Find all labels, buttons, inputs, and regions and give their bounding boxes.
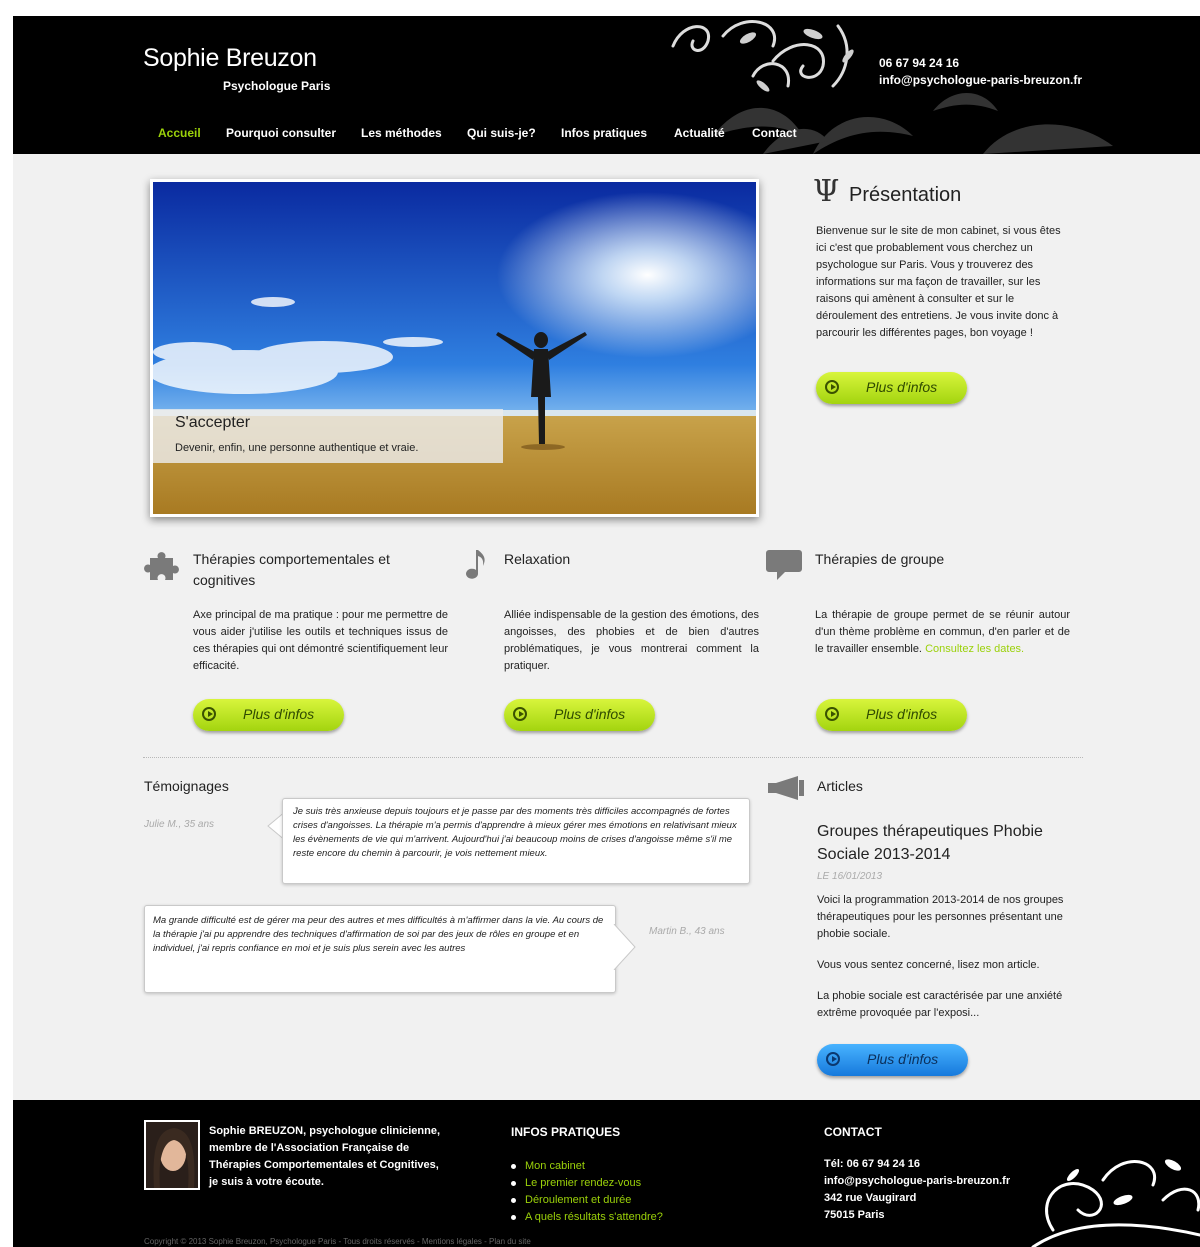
nav-item-actualite[interactable]: Actualité — [674, 126, 725, 140]
header-email[interactable]: info@psychologue-paris-breuzon.fr — [879, 73, 1082, 87]
presentation-text: Bienvenue sur le site de mon cabinet, si… — [816, 225, 1061, 339]
article-more-button[interactable]: Plus d'infos — [817, 1044, 968, 1076]
hero-slideshow[interactable]: S'accepter Devenir, enfin, une personne … — [150, 179, 759, 517]
footer-link-premier-rdv[interactable]: Le premier rendez-vous — [511, 1175, 663, 1192]
article-paragraph: La phobie sociale est caractérisée par u… — [817, 990, 1063, 1019]
site-subtitle: Psychologue Paris — [223, 79, 331, 93]
nav-item-les-methodes[interactable]: Les méthodes — [361, 126, 442, 140]
footer-infos-title: INFOS PRATIQUES — [511, 1125, 621, 1139]
hero-caption: S'accepter Devenir, enfin, une personne … — [153, 409, 503, 463]
button-label: Plus d'infos — [866, 706, 938, 722]
nav-item-contact[interactable]: Contact — [752, 126, 797, 140]
hero-image — [153, 182, 756, 514]
testimonials-title: Témoignages — [144, 778, 229, 794]
article-paragraph: Voici la programmation 2013-2014 de nos … — [817, 894, 1064, 940]
article-date: LE 16/01/2013 — [817, 871, 883, 882]
footer-bio: Sophie BREUZON, psychologue clinicienne,… — [209, 1125, 441, 1188]
play-circle-icon — [825, 380, 839, 394]
nav-item-infos-pratiques[interactable]: Infos pratiques — [561, 126, 647, 140]
testimonial-author: Julie M., 35 ans — [144, 819, 215, 830]
psi-icon: Ψ — [813, 174, 840, 209]
feature-title-tcc: Thérapies comportementales et cognitives — [193, 551, 390, 588]
testimonial-author: Martin B., 43 ans — [649, 926, 725, 937]
articles-title: Articles — [817, 778, 863, 794]
avatar — [144, 1120, 200, 1190]
footer-link-deroulement[interactable]: Déroulement et durée — [511, 1192, 663, 1209]
footer-infos-list: Mon cabinet Le premier rendez-vous Dérou… — [511, 1158, 663, 1226]
footer-email[interactable]: info@psychologue-paris-breuzon.fr — [824, 1173, 1010, 1190]
feature-text-relaxation: Alliée indispensable de la gestion des é… — [504, 609, 759, 672]
footer-phone: Tél: 06 67 94 24 16 — [824, 1158, 921, 1170]
feature-title-relaxation: Relaxation — [504, 551, 571, 567]
site-footer: Sophie BREUZON, psychologue clinicienne,… — [13, 1100, 1200, 1247]
footer-city: 75015 Paris — [824, 1209, 885, 1221]
relaxation-more-button[interactable]: Plus d'infos — [504, 699, 655, 731]
feature-text-group: La thérapie de groupe permet de se réuni… — [815, 607, 1070, 658]
nav-item-accueil[interactable]: Accueil — [158, 126, 201, 140]
header-phone: 06 67 94 24 16 — [879, 56, 960, 70]
footer-link-resultats[interactable]: A quels résultats s'attendre? — [511, 1209, 663, 1226]
portrait-image — [146, 1122, 198, 1188]
megaphone-icon — [768, 776, 804, 800]
button-label: Plus d'infos — [867, 1051, 939, 1067]
hero-caption-text: Devenir, enfin, une personne authentique… — [175, 442, 419, 454]
nav-item-qui-suis-je[interactable]: Qui suis-je? — [467, 126, 536, 140]
feature-text-tcc: Axe principal de ma pratique : pour me p… — [193, 609, 448, 672]
nav-item-pourquoi-consulter[interactable]: Pourquoi consulter — [226, 126, 336, 140]
play-circle-icon — [202, 707, 216, 721]
presentation-more-button[interactable]: Plus d'infos — [816, 372, 967, 404]
hero-caption-title: S'accepter — [175, 414, 251, 431]
speech-bubble-icon — [766, 550, 802, 580]
footer-link-mon-cabinet[interactable]: Mon cabinet — [511, 1158, 663, 1175]
tcc-more-button[interactable]: Plus d'infos — [193, 699, 344, 731]
testimonial-quote: Je suis très anxieuse depuis toujours et… — [282, 798, 750, 884]
footer-copyright: Copyright © 2013 Sophie Breuzon, Psychol… — [144, 1237, 531, 1246]
quote-pointer — [613, 924, 636, 970]
play-circle-icon — [825, 707, 839, 721]
play-circle-icon — [513, 707, 527, 721]
testimonial-quote: Ma grande difficulté est de gérer ma peu… — [144, 905, 616, 993]
button-label: Plus d'infos — [554, 706, 626, 722]
presentation-title: Présentation — [849, 184, 962, 206]
page: Sophie Breuzon Psychologue Paris 06 67 9… — [13, 16, 1200, 1247]
article-paragraph: Vous vous sentez concerné, lisez mon art… — [817, 959, 1040, 971]
play-circle-icon — [826, 1052, 840, 1066]
music-note-icon — [466, 550, 485, 579]
floral-ornament-icon — [1031, 1159, 1200, 1247]
feature-title-group: Thérapies de groupe — [815, 551, 945, 567]
site-header: Sophie Breuzon Psychologue Paris 06 67 9… — [13, 16, 1200, 154]
footer-contact-title: CONTACT — [824, 1125, 882, 1139]
article-headline[interactable]: Groupes thérapeutiques Phobie Sociale 20… — [817, 820, 1082, 866]
button-label: Plus d'infos — [243, 706, 315, 722]
site-title[interactable]: Sophie Breuzon — [143, 44, 317, 73]
section-divider — [143, 757, 1083, 758]
footer-street: 342 rue Vaugirard — [824, 1192, 917, 1204]
group-more-button[interactable]: Plus d'infos — [816, 699, 967, 731]
button-label: Plus d'infos — [866, 379, 938, 395]
consult-dates-link[interactable]: Consultez les dates. — [925, 643, 1024, 655]
puzzle-icon — [144, 552, 179, 580]
